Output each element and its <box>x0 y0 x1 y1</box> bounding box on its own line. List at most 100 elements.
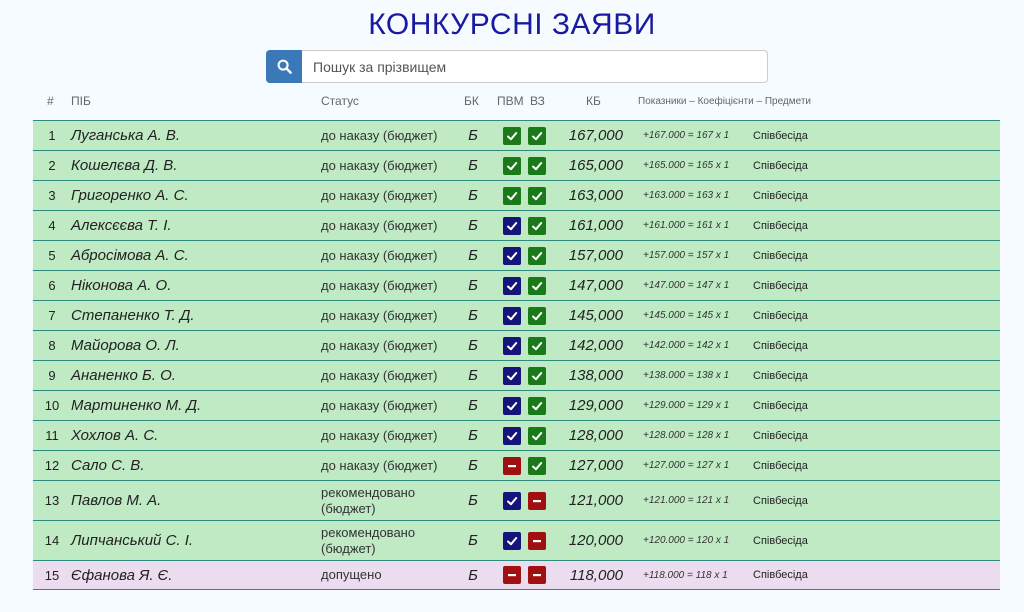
pvm-indicator <box>503 151 521 180</box>
score-formula: +157.000 = 157 x 1 <box>643 250 730 261</box>
minus-red-icon <box>528 531 546 550</box>
pvm-indicator <box>503 121 521 150</box>
pvm-indicator <box>503 301 521 330</box>
check-blue-icon <box>503 491 521 510</box>
table-row[interactable]: 11 Хохлов А. С. до наказу (бюджет) Б 128,000… <box>33 420 1000 450</box>
pvm-indicator <box>503 211 521 240</box>
check-blue-icon <box>503 306 521 325</box>
competitive-score: 138,000 <box>568 367 623 384</box>
applicant-name: Сало С. В. <box>71 457 145 474</box>
check-blue-icon <box>503 336 521 355</box>
subject-name: Співбесіда <box>753 159 808 172</box>
table-row[interactable]: 1 Луганська А. В. до наказу (бюджет) Б 167,0… <box>33 120 1000 150</box>
row-number: 2 <box>48 158 56 173</box>
competitive-score: 118,000 <box>569 566 623 584</box>
score-formula: +165.000 = 165 x 1 <box>643 160 730 171</box>
application-status: до наказу (бюджет) <box>321 127 438 143</box>
application-status: допущено <box>321 567 382 582</box>
column-header-vz: ВЗ <box>530 94 545 108</box>
check-green-icon <box>528 456 546 475</box>
budget-contract: Б <box>468 427 478 444</box>
score-formula: +138.000 = 138 x 1 <box>643 370 730 381</box>
table-row[interactable]: 14 Липчанський С. І. рекомендовано (бюджет… <box>33 520 1000 560</box>
competitive-score: 161,000 <box>568 217 623 234</box>
competitive-score: 120,000 <box>568 532 623 549</box>
score-formula: +129.000 = 129 x 1 <box>643 400 730 411</box>
applicant-name: Павлов М. А. <box>71 492 162 509</box>
table-row[interactable]: 4 Алексєєва Т. І. до наказу (бюджет) Б 161,0… <box>33 210 1000 240</box>
check-blue-icon <box>503 276 521 295</box>
search-button[interactable] <box>266 50 302 83</box>
search-bar <box>266 50 768 83</box>
application-status: до наказу (бюджет) <box>321 187 438 203</box>
vz-indicator <box>528 211 546 240</box>
check-blue-icon <box>503 246 521 265</box>
table-row[interactable]: 5 Абросімова А. С. до наказу (бюджет) Б 157,… <box>33 240 1000 270</box>
competitive-score: 127,000 <box>568 457 623 474</box>
budget-contract: Б <box>468 127 478 144</box>
competitive-score: 147,000 <box>568 277 623 294</box>
table-row[interactable]: 3 Григоренко А. С. до наказу (бюджет) Б 163,… <box>33 180 1000 210</box>
application-status: до наказу (бюджет) <box>321 337 438 353</box>
score-formula: +161.000 = 161 x 1 <box>643 220 730 231</box>
pvm-indicator <box>503 521 521 560</box>
budget-contract: Б <box>468 187 478 204</box>
application-status: до наказу (бюджет) <box>321 157 438 173</box>
subject-name: Співбесіда <box>753 309 808 322</box>
budget-contract: Б <box>468 492 478 509</box>
vz-indicator <box>528 421 546 450</box>
applicant-name: Ананенко Б. О. <box>71 367 176 384</box>
application-status: до наказу (бюджет) <box>321 397 438 413</box>
score-formula: +128.000 = 128 x 1 <box>643 430 730 441</box>
score-formula: +121.000 = 121 x 1 <box>643 495 730 506</box>
pvm-indicator <box>503 561 521 589</box>
check-green-icon <box>503 186 521 205</box>
row-number: 14 <box>44 533 60 548</box>
table-row[interactable]: 10 Мартиненко М. Д. до наказу (бюджет) Б 129… <box>33 390 1000 420</box>
vz-indicator <box>528 301 546 330</box>
check-green-icon <box>528 246 546 265</box>
check-green-icon <box>503 156 521 175</box>
check-green-icon <box>528 366 546 385</box>
check-blue-icon <box>503 216 521 235</box>
budget-contract: Б <box>468 566 478 584</box>
budget-contract: Б <box>468 277 478 294</box>
subject-name: Співбесіда <box>753 369 808 382</box>
competitive-score: 165,000 <box>568 157 623 174</box>
subject-name: Співбесіда <box>753 494 808 507</box>
table-row[interactable]: 7 Степаненко Т. Д. до наказу (бюджет) Б 145,… <box>33 300 1000 330</box>
subject-name: Співбесіда <box>753 534 808 547</box>
column-header-kb: КБ <box>586 94 601 108</box>
application-status: рекомендовано (бюджет) <box>321 484 416 516</box>
budget-contract: Б <box>468 457 478 474</box>
table-row[interactable]: 2 Кошелєва Д. В. до наказу (бюджет) Б 165,00… <box>33 150 1000 180</box>
application-status: до наказу (бюджет) <box>321 277 438 293</box>
pvm-indicator <box>503 331 521 360</box>
table-row[interactable]: 12 Сало С. В. до наказу (бюджет) Б 127,000 +1… <box>33 450 1000 480</box>
subject-name: Співбесіда <box>753 429 808 442</box>
application-status: до наказу (бюджет) <box>321 367 438 383</box>
row-number: 6 <box>48 278 56 293</box>
subject-name: Співбесіда <box>753 279 808 292</box>
vz-indicator <box>528 331 546 360</box>
score-formula: +120.000 = 120 x 1 <box>643 535 730 546</box>
table-row[interactable]: 6 Ніконова А. О. до наказу (бюджет) Б 147,00… <box>33 270 1000 300</box>
minus-red-icon <box>528 566 546 584</box>
application-status: до наказу (бюджет) <box>321 457 438 473</box>
vz-indicator <box>528 451 546 480</box>
table-row[interactable]: 13 Павлов М. А. рекомендовано (бюджет) Б 121… <box>33 480 1000 520</box>
budget-contract: Б <box>468 217 478 234</box>
table-row[interactable]: 15 Єфанова Я. Є. допущено Б 118,000 +118.000 … <box>33 560 1000 590</box>
search-input[interactable] <box>303 51 763 82</box>
vz-indicator <box>528 561 546 589</box>
row-number: 15 <box>44 567 60 583</box>
table-row[interactable]: 9 Ананенко Б. О. до наказу (бюджет) Б 138,00… <box>33 360 1000 390</box>
applications-table: 1 Луганська А. В. до наказу (бюджет) Б 167,0… <box>33 120 1000 590</box>
applicant-name: Луганська А. В. <box>71 127 181 144</box>
subject-name: Співбесіда <box>753 189 808 202</box>
row-number: 4 <box>48 218 56 233</box>
applicant-name: Григоренко А. С. <box>71 187 189 204</box>
budget-contract: Б <box>468 532 478 549</box>
vz-indicator <box>528 121 546 150</box>
table-row[interactable]: 8 Майорова О. Л. до наказу (бюджет) Б 142,00… <box>33 330 1000 360</box>
